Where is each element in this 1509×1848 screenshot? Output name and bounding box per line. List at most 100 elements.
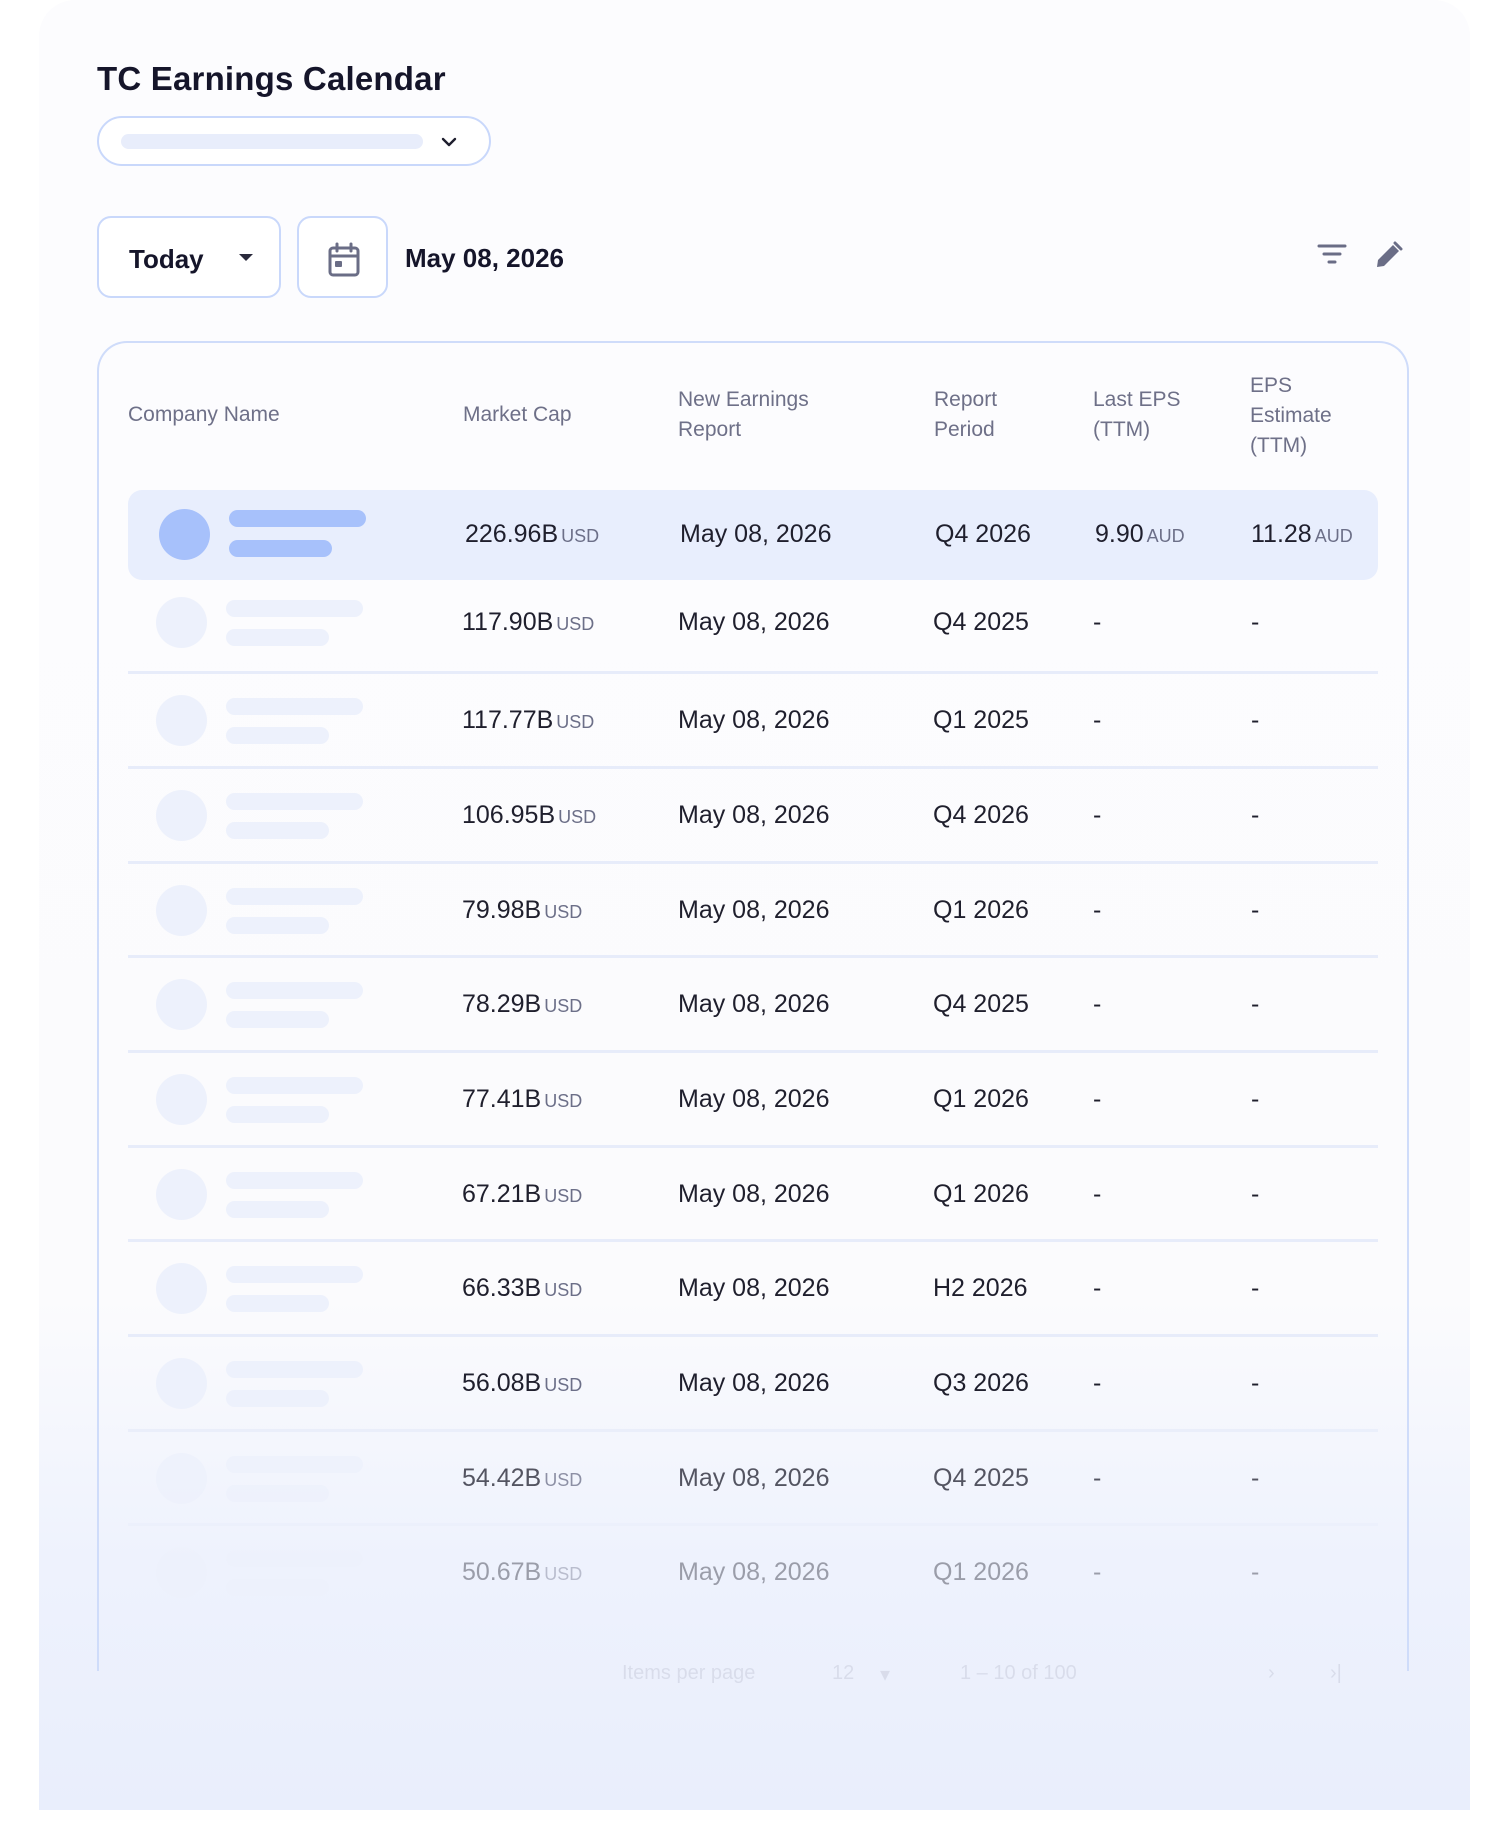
report-period-cell-value: Q3 2026 bbox=[933, 1369, 1029, 1397]
items-per-page-select[interactable]: 12 bbox=[832, 1662, 854, 1685]
table-row[interactable]: 117.77B USD May 08, 2026 Q1 2025 - - bbox=[128, 671, 1378, 765]
company-logo-placeholder bbox=[156, 1547, 207, 1598]
last-eps-cell: - bbox=[1093, 1558, 1101, 1587]
col-new-earnings-report[interactable]: New Earnings Report bbox=[678, 385, 838, 445]
report-date-cell-value: May 08, 2026 bbox=[678, 990, 830, 1018]
company-logo-placeholder bbox=[156, 1263, 207, 1314]
last-page-icon[interactable]: ›| bbox=[1330, 1662, 1342, 1685]
last-eps-cell-value: - bbox=[1093, 1464, 1102, 1492]
company-logo-placeholder bbox=[156, 979, 207, 1030]
market-cap-cell-value: 54.42B bbox=[462, 1464, 542, 1492]
table-row[interactable]: 226.96B USD May 08, 2026 Q4 2026 9.90 AUD 11.2… bbox=[128, 490, 1378, 580]
table-row[interactable]: 50.67B USD May 08, 2026 Q1 2026 - - bbox=[128, 1523, 1378, 1617]
report-date-cell-value: May 08, 2026 bbox=[678, 1369, 830, 1397]
last-eps-cell-value: - bbox=[1093, 801, 1102, 829]
account-placeholder bbox=[121, 134, 423, 149]
report-date-cell: May 08, 2026 bbox=[678, 1085, 830, 1114]
last-eps-cell-value: - bbox=[1093, 1558, 1102, 1586]
company-ticker-placeholder bbox=[226, 1579, 329, 1596]
last-eps-cell-value: - bbox=[1093, 706, 1102, 734]
table-row[interactable]: 78.29B USD May 08, 2026 Q4 2025 - - bbox=[128, 955, 1378, 1049]
market-cap-cell-unit: USD bbox=[544, 1564, 583, 1584]
table-row[interactable]: 66.33B USD May 08, 2026 H2 2026 - - bbox=[128, 1239, 1378, 1333]
company-logo-placeholder bbox=[156, 1169, 207, 1220]
account-dropdown[interactable] bbox=[97, 116, 491, 166]
report-period-cell-value: Q4 2025 bbox=[933, 1464, 1029, 1492]
last-eps-cell: 9.90 AUD bbox=[1095, 520, 1185, 549]
company-ticker-placeholder bbox=[226, 1295, 329, 1312]
last-eps-cell-value: - bbox=[1093, 896, 1102, 924]
eps-estimate-cell: - bbox=[1251, 608, 1259, 637]
report-period-cell-value: H2 2026 bbox=[933, 1274, 1028, 1302]
market-cap-cell-unit: USD bbox=[544, 1280, 583, 1300]
last-eps-cell-value: - bbox=[1093, 990, 1102, 1018]
market-cap-cell-value: 226.96B bbox=[465, 520, 559, 548]
report-date-cell-value: May 08, 2026 bbox=[678, 1180, 830, 1208]
calendar-button[interactable] bbox=[297, 216, 388, 298]
last-eps-cell: - bbox=[1093, 1180, 1101, 1209]
company-name-placeholder bbox=[226, 888, 363, 905]
market-cap-cell-value: 79.98B bbox=[462, 896, 542, 924]
report-period-cell: Q3 2026 bbox=[933, 1369, 1029, 1398]
items-per-page-label: Items per page bbox=[622, 1662, 756, 1684]
col-last-eps[interactable]: Last EPS (TTM) bbox=[1093, 385, 1188, 445]
period-dropdown[interactable]: Today bbox=[97, 216, 281, 298]
company-ticker-placeholder bbox=[226, 917, 329, 934]
eps-estimate-cell: - bbox=[1251, 896, 1259, 925]
company-name-placeholder bbox=[229, 510, 366, 527]
period-label: Today bbox=[129, 244, 204, 274]
market-cap-cell-unit: USD bbox=[556, 614, 595, 634]
table-row[interactable]: 106.95B USD May 08, 2026 Q4 2026 - - bbox=[128, 766, 1378, 860]
market-cap-cell: 66.33B USD bbox=[462, 1274, 582, 1303]
report-period-cell: Q1 2026 bbox=[933, 1180, 1029, 1209]
eps-estimate-cell-value: - bbox=[1251, 1180, 1260, 1208]
report-date-cell: May 08, 2026 bbox=[678, 1180, 830, 1209]
table-row[interactable]: 54.42B USD May 08, 2026 Q4 2025 - - bbox=[128, 1429, 1378, 1523]
table-row[interactable]: 56.08B USD May 08, 2026 Q3 2026 - - bbox=[128, 1334, 1378, 1428]
market-cap-cell: 117.77B USD bbox=[462, 706, 594, 735]
caret-down-icon: ▾ bbox=[880, 1664, 891, 1686]
report-period-cell-value: Q1 2026 bbox=[933, 1558, 1029, 1586]
report-period-cell: Q4 2025 bbox=[933, 608, 1029, 637]
table-row[interactable]: 117.90B USD May 08, 2026 Q4 2025 - - bbox=[128, 576, 1378, 670]
table-row[interactable]: 79.98B USD May 08, 2026 Q1 2026 - - bbox=[128, 861, 1378, 955]
next-page-icon[interactable]: › bbox=[1268, 1662, 1275, 1685]
col-market-cap[interactable]: Market Cap bbox=[463, 400, 572, 430]
col-company-name[interactable]: Company Name bbox=[128, 400, 280, 430]
eps-estimate-cell-value: - bbox=[1251, 706, 1260, 734]
last-eps-cell-value: - bbox=[1093, 1369, 1102, 1397]
company-ticker-placeholder bbox=[226, 629, 329, 646]
last-eps-cell: - bbox=[1093, 1464, 1101, 1493]
market-cap-cell-unit: USD bbox=[544, 996, 583, 1016]
report-period-cell: Q1 2025 bbox=[933, 706, 1029, 735]
last-eps-cell-value: - bbox=[1093, 608, 1102, 636]
eps-estimate-cell-value: - bbox=[1251, 1464, 1260, 1492]
company-ticker-placeholder bbox=[226, 1485, 329, 1502]
report-period-cell-value: Q4 2026 bbox=[933, 801, 1029, 829]
report-period-cell-value: Q4 2025 bbox=[933, 608, 1029, 636]
col-report-period[interactable]: Report Period bbox=[934, 385, 1024, 445]
report-period-cell: Q4 2026 bbox=[933, 801, 1029, 830]
table-row[interactable]: 77.41B USD May 08, 2026 Q1 2026 - - bbox=[128, 1050, 1378, 1144]
company-name-placeholder bbox=[226, 1077, 363, 1094]
last-eps-cell-value: - bbox=[1093, 1274, 1102, 1302]
company-name-placeholder bbox=[226, 600, 363, 617]
eps-estimate-cell: - bbox=[1251, 1085, 1259, 1114]
last-eps-cell: - bbox=[1093, 1274, 1101, 1303]
eps-estimate-cell-value: - bbox=[1251, 608, 1260, 636]
report-date-cell: May 08, 2026 bbox=[678, 1558, 830, 1587]
company-logo-placeholder bbox=[159, 509, 210, 560]
market-cap-cell-value: 77.41B bbox=[462, 1085, 542, 1113]
pencil-icon[interactable] bbox=[1372, 240, 1404, 272]
company-logo-placeholder bbox=[156, 695, 207, 746]
table-row[interactable]: 67.21B USD May 08, 2026 Q1 2026 - - bbox=[128, 1145, 1378, 1239]
report-date-cell: May 08, 2026 bbox=[678, 1274, 830, 1303]
caret-down-icon bbox=[239, 254, 253, 261]
company-name-placeholder bbox=[226, 982, 363, 999]
company-logo-placeholder bbox=[156, 1358, 207, 1409]
report-period-cell: Q4 2026 bbox=[935, 520, 1031, 549]
eps-estimate-cell: - bbox=[1251, 1180, 1259, 1209]
filter-icon[interactable] bbox=[1317, 242, 1347, 266]
col-eps-estimate[interactable]: EPS Estimate (TTM) bbox=[1250, 371, 1360, 461]
market-cap-cell-value: 66.33B bbox=[462, 1274, 542, 1302]
